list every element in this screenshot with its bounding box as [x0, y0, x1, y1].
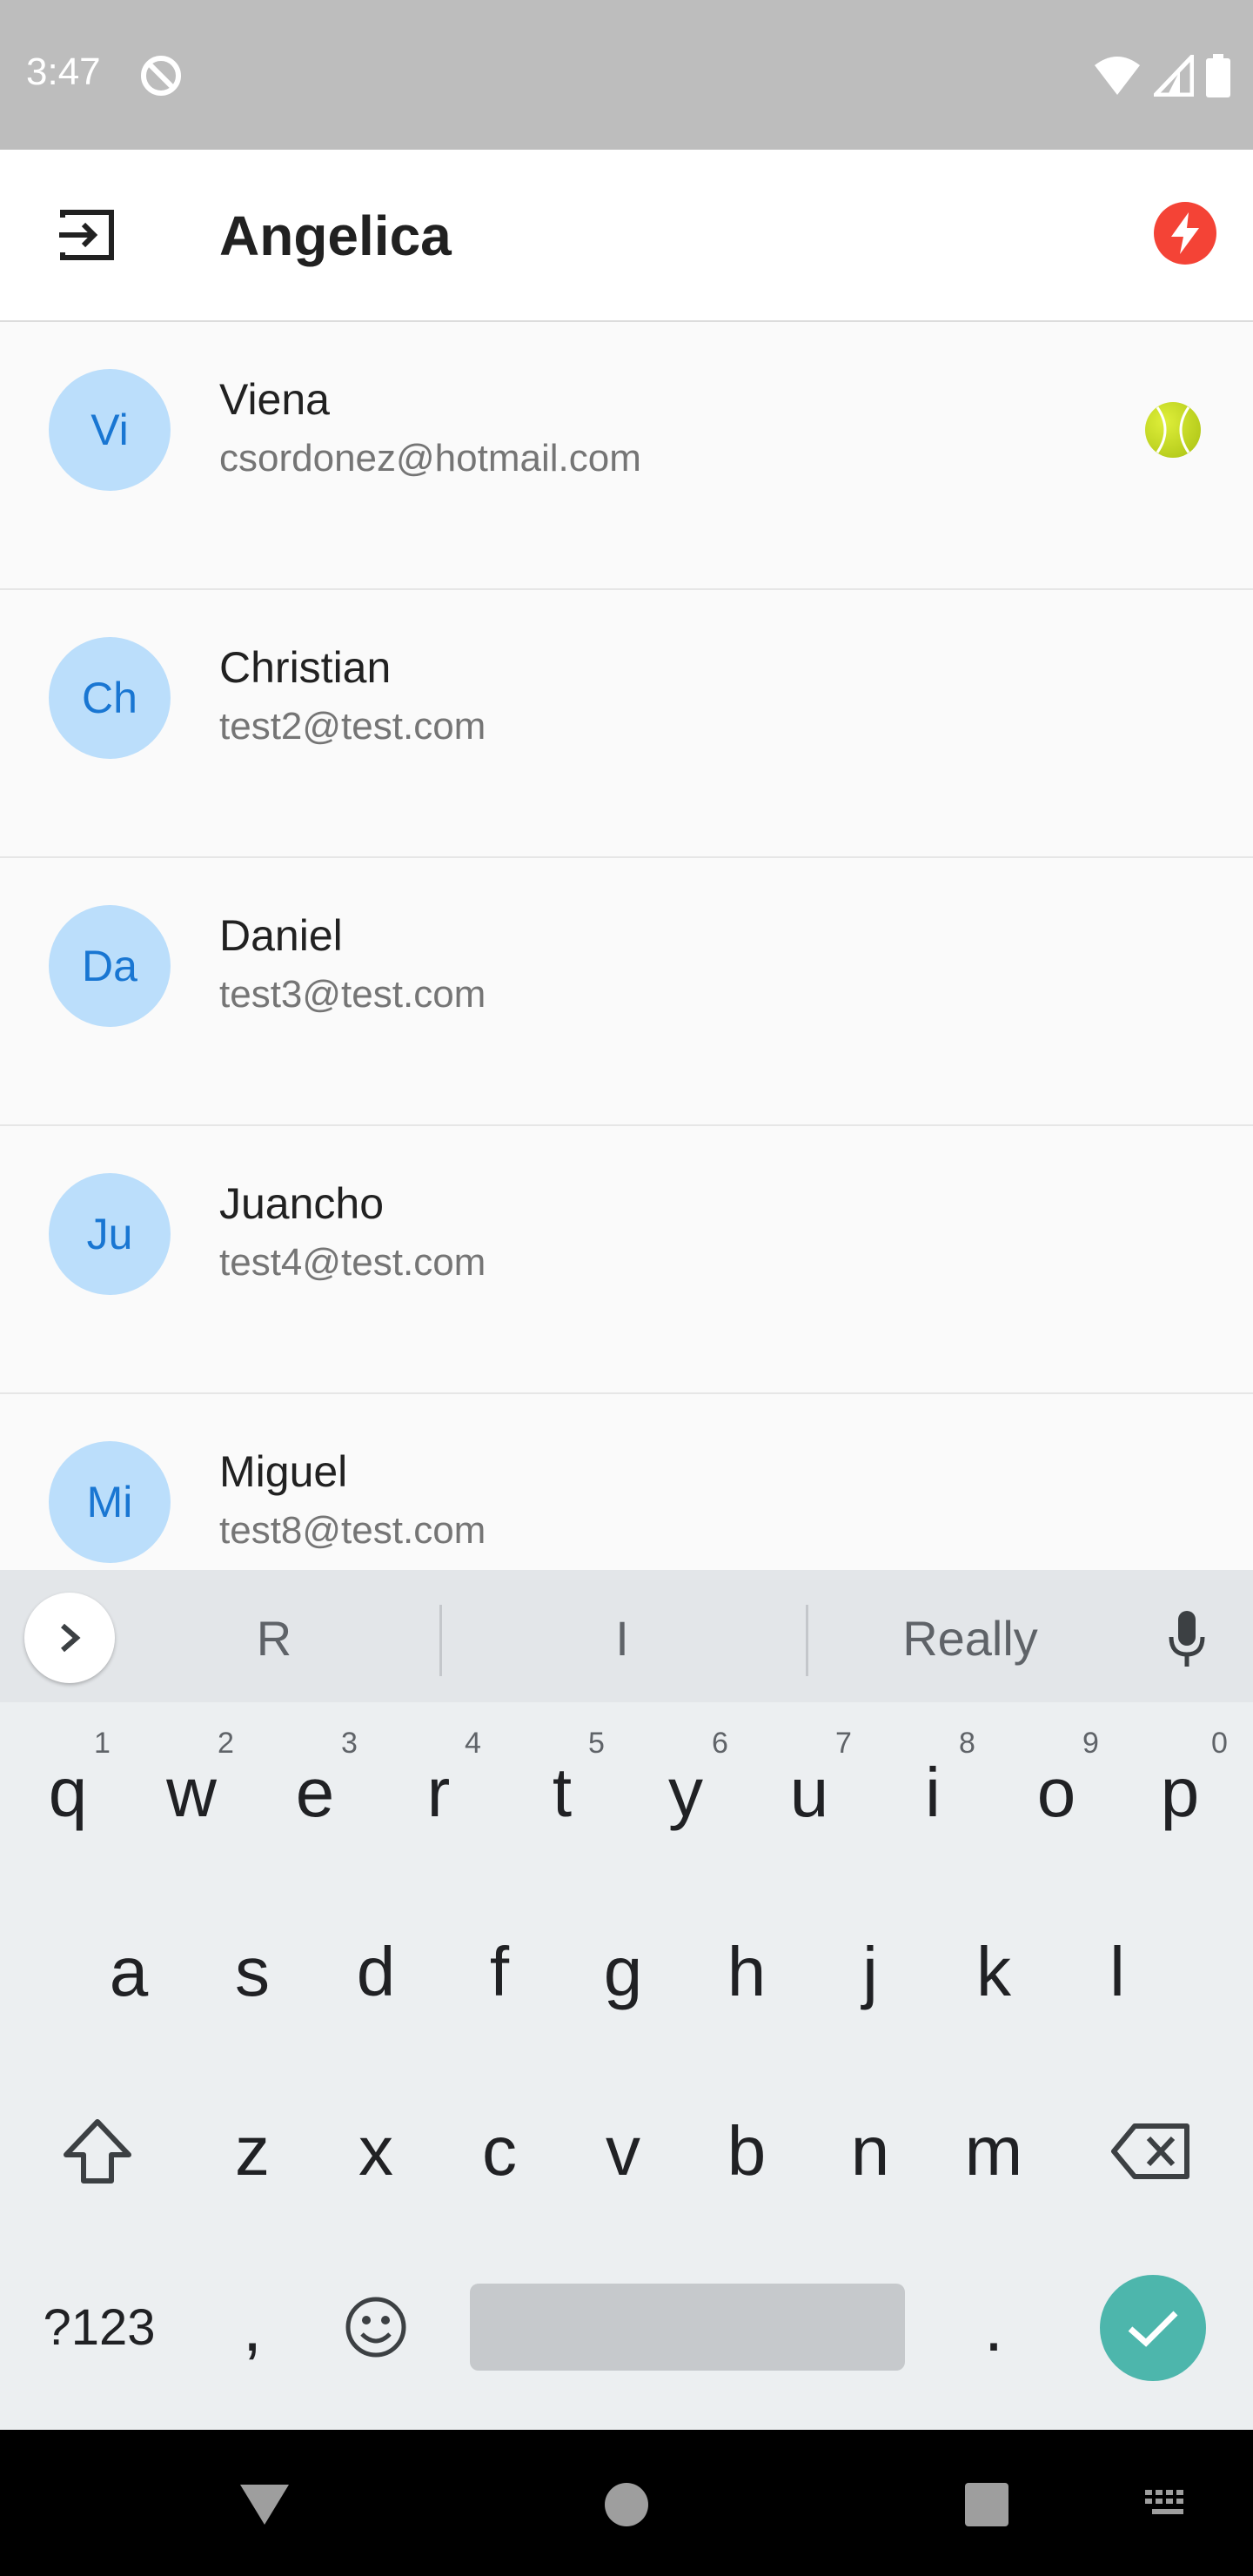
contact-row[interactable]: Ju Juancho test4@test.com: [0, 1126, 1253, 1394]
key-b[interactable]: b: [694, 2073, 799, 2230]
contact-row[interactable]: Da Daniel test3@test.com: [0, 858, 1253, 1126]
suggestion-3[interactable]: Really: [840, 1610, 1101, 1667]
back-button[interactable]: [230, 2470, 299, 2539]
recents-button[interactable]: [952, 2470, 1022, 2539]
contact-row[interactable]: Mi Miguel test8@test.com: [0, 1394, 1253, 1570]
emoji-key[interactable]: [324, 2249, 428, 2405]
key-f[interactable]: f: [447, 1894, 552, 2050]
contact-row[interactable]: Vi Viena csordonez@hotmail.com: [0, 322, 1253, 590]
key-hint: 7: [835, 1727, 852, 1760]
suggestion-divider: [439, 1605, 442, 1676]
recents-square-icon: [965, 2483, 1008, 2526]
avatar: Ju: [49, 1173, 171, 1295]
status-bar: 3:47: [0, 0, 1253, 150]
shift-key[interactable]: [45, 2073, 150, 2230]
app-bar: Angelica: [0, 150, 1253, 322]
key-v[interactable]: v: [571, 2073, 675, 2230]
exit-icon: [59, 210, 114, 260]
key-hint: 4: [465, 1727, 481, 1760]
suggestion-divider: [806, 1605, 808, 1676]
spacebar[interactable]: [470, 2284, 905, 2371]
contact-name: Christian: [219, 643, 392, 692]
contact-name: Viena: [219, 375, 330, 424]
keyboard-switch-button[interactable]: [1133, 2470, 1203, 2539]
microphone-icon: [1169, 1611, 1205, 1667]
contact-name: Daniel: [219, 911, 343, 960]
key-g[interactable]: g: [571, 1894, 675, 2050]
key-hint: 3: [341, 1727, 358, 1760]
keyboard-icon: [1145, 2490, 1183, 2514]
chevron-right-icon: [61, 1623, 81, 1653]
key-x[interactable]: x: [324, 2073, 428, 2230]
suggestion-bar: R I Really: [0, 1570, 1253, 1702]
tennis-ball-icon: [1145, 402, 1201, 458]
key-hint: 5: [588, 1727, 605, 1760]
key-hint: 6: [712, 1727, 728, 1760]
lightning-icon: [1171, 212, 1199, 254]
battery-icon: [1206, 54, 1230, 102]
sync-icon: [139, 54, 183, 102]
key-j[interactable]: j: [818, 1894, 922, 2050]
checkmark-icon: [1128, 2311, 1178, 2347]
key-hint: 1: [94, 1727, 111, 1760]
expand-toolbar-button[interactable]: [24, 1593, 115, 1683]
status-time: 3:47: [26, 50, 101, 93]
key-m[interactable]: m: [941, 2073, 1046, 2230]
key-s[interactable]: s: [200, 1894, 305, 2050]
avatar: Vi: [49, 369, 171, 491]
contact-name: Juancho: [219, 1179, 385, 1228]
contact-name: Miguel: [219, 1447, 348, 1496]
contact-email: test2@test.com: [219, 705, 486, 748]
suggestion-2[interactable]: I: [492, 1610, 753, 1667]
keyboard: R I Really q w e r t y u i o p 1 2 3 4 5…: [0, 1570, 1253, 2430]
cell-signal-icon: [1150, 50, 1195, 101]
key-k[interactable]: k: [941, 1894, 1046, 2050]
key-hint: 9: [1082, 1727, 1099, 1760]
contact-email: csordonez@hotmail.com: [219, 437, 641, 480]
avatar: Da: [49, 905, 171, 1027]
avatar: Mi: [49, 1441, 171, 1563]
avatar: Ch: [49, 637, 171, 759]
contact-email: test4@test.com: [219, 1241, 486, 1284]
key-l[interactable]: l: [1065, 1894, 1169, 2050]
key-hint: 2: [218, 1727, 234, 1760]
back-triangle-icon: [240, 2485, 289, 2525]
key-hint: 0: [1211, 1727, 1228, 1760]
period-key[interactable]: .: [941, 2249, 1046, 2405]
comma-key[interactable]: ,: [200, 2249, 305, 2405]
microphone-button[interactable]: [1156, 1605, 1218, 1674]
wifi-icon: [1093, 55, 1142, 101]
flash-button[interactable]: [1154, 202, 1216, 265]
home-circle-icon: [605, 2483, 648, 2526]
key-hint: 8: [959, 1727, 975, 1760]
contact-list[interactable]: Vi Viena csordonez@hotmail.com Ch Christ…: [0, 322, 1253, 1570]
suggestion-1[interactable]: R: [144, 1610, 405, 1667]
key-d[interactable]: d: [324, 1894, 428, 2050]
page-title: Angelica: [219, 205, 452, 267]
done-button[interactable]: [1100, 2275, 1206, 2381]
shift-icon: [64, 2119, 131, 2184]
key-z[interactable]: z: [200, 2073, 305, 2230]
backspace-key[interactable]: [1100, 2073, 1204, 2230]
exit-button[interactable]: [49, 197, 125, 273]
key-n[interactable]: n: [818, 2073, 922, 2230]
key-a[interactable]: a: [77, 1894, 181, 2050]
key-h[interactable]: h: [694, 1894, 799, 2050]
contact-row[interactable]: Ch Christian test2@test.com: [0, 590, 1253, 858]
key-c[interactable]: c: [447, 2073, 552, 2230]
backspace-icon: [1111, 2123, 1189, 2179]
home-button[interactable]: [592, 2470, 661, 2539]
symbols-key[interactable]: ?123: [21, 2249, 178, 2405]
contact-email: test8@test.com: [219, 1509, 486, 1552]
emoji-icon: [345, 2297, 406, 2358]
navigation-bar: [0, 2430, 1253, 2576]
contact-email: test3@test.com: [219, 973, 486, 1016]
